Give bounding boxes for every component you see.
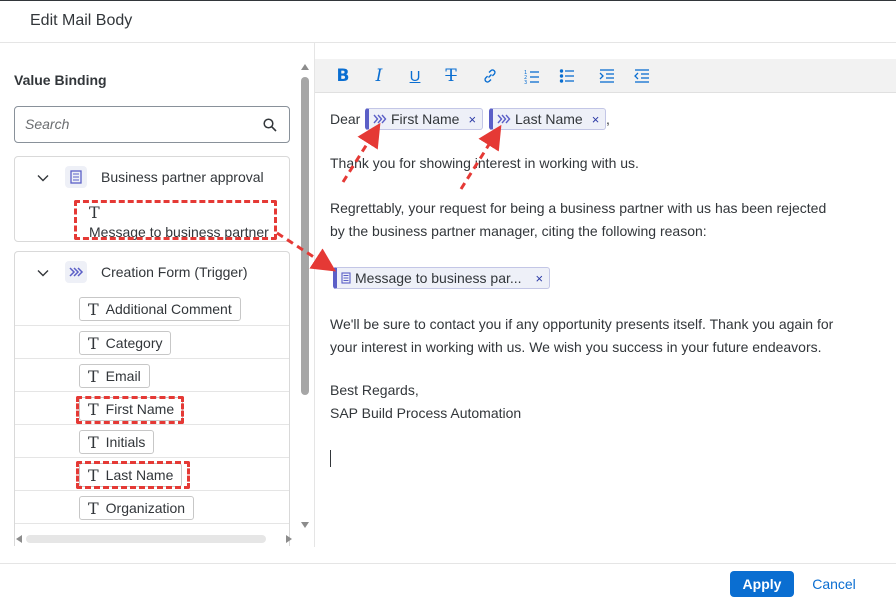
close-icon[interactable]: × (536, 267, 544, 290)
trigger-chevrons-icon (65, 261, 87, 283)
trigger-chevrons-icon (497, 114, 511, 124)
annotation-box-message (74, 200, 277, 240)
cancel-button[interactable]: Cancel (806, 571, 862, 597)
comma-text: , (606, 111, 610, 127)
group-label: Business partner approval (101, 169, 264, 185)
scroll-left-icon[interactable] (16, 535, 22, 543)
text-type-icon: T (88, 366, 99, 386)
field-organization[interactable]: T Organization (79, 496, 195, 520)
vertical-scrollbar[interactable] (299, 59, 310, 539)
signature-greeting: Best Regards, (330, 382, 419, 398)
token-label: Message to business par... (355, 269, 522, 286)
chevron-down-icon[interactable] (37, 172, 49, 184)
trigger-chevrons-icon (373, 114, 387, 124)
numbered-list-icon[interactable]: 1 2 3 (521, 66, 543, 86)
apply-button[interactable]: Apply (730, 571, 794, 597)
scroll-thumb[interactable] (301, 77, 309, 395)
field-additional-comment[interactable]: T Additional Comment (79, 297, 241, 321)
text-type-icon: T (88, 333, 99, 353)
dialog-footer: Apply Cancel (0, 563, 896, 600)
dialog-title: Edit Mail Body (30, 12, 133, 29)
strikethrough-icon[interactable]: T (440, 66, 462, 86)
group-header-creation-form[interactable]: Creation Form (Trigger) (15, 252, 289, 292)
form-document-icon (65, 166, 87, 188)
paragraph-regret: Regrettably, your request for being a bu… (330, 200, 827, 239)
form-document-icon (341, 272, 351, 284)
search-box[interactable] (14, 106, 290, 143)
text-type-icon: T (88, 432, 99, 452)
list-item: T Organization (15, 490, 289, 523)
search-input[interactable] (25, 116, 245, 132)
paragraph-contact: We'll be sure to contact you if any oppo… (330, 316, 834, 355)
field-category[interactable]: T Category (79, 331, 172, 355)
value-binding-heading: Value Binding (14, 72, 107, 88)
list-item: T Email (15, 358, 289, 391)
field-label: Initials (105, 434, 146, 450)
group-header-business-partner-approval[interactable]: Business partner approval (15, 157, 289, 197)
text-type-icon: T (88, 299, 99, 319)
token-last-name[interactable]: Last Name × (489, 108, 607, 131)
indent-icon[interactable] (596, 66, 618, 86)
link-icon[interactable] (479, 66, 501, 86)
underline-icon[interactable]: U (404, 66, 426, 86)
search-icon[interactable] (262, 117, 278, 133)
scroll-right-icon[interactable] (286, 535, 292, 543)
close-icon[interactable]: × (468, 108, 476, 131)
svg-text:3: 3 (524, 80, 527, 84)
chevron-down-icon[interactable] (37, 267, 49, 279)
token-label: First Name (391, 110, 460, 127)
italic-icon[interactable]: I (368, 66, 390, 86)
close-icon[interactable]: × (592, 108, 600, 131)
bold-icon[interactable]: B (332, 66, 354, 86)
token-message-to-business-partner[interactable]: Message to business par... × (333, 267, 551, 290)
bullet-list-icon[interactable] (556, 66, 578, 86)
scroll-down-icon[interactable] (301, 522, 309, 528)
annotation-box-first-name (76, 396, 184, 424)
text-cursor (330, 450, 331, 467)
field-label: Additional Comment (105, 301, 232, 317)
greeting-text: Dear (330, 111, 361, 127)
scroll-up-icon[interactable] (301, 64, 309, 70)
paragraph-thanks: Thank you for showing interest in workin… (330, 155, 639, 171)
signature-name: SAP Build Process Automation (330, 405, 522, 421)
list-item: T Additional Comment (15, 292, 289, 325)
edit-mail-body-dialog: Edit Mail Body Value Binding Search Busi… (0, 0, 896, 600)
field-label: Organization (105, 500, 186, 516)
dialog-header: Edit Mail Body (0, 1, 896, 43)
text-type-icon: T (88, 498, 99, 518)
field-email[interactable]: T Email (79, 364, 150, 388)
mail-body-editor: B I U T 1 2 3 Dear First Name × Last Nam… (314, 43, 896, 547)
outdent-icon[interactable] (631, 66, 653, 86)
formatting-toolbar: B I U T 1 2 3 (315, 59, 896, 93)
scroll-thumb[interactable] (26, 535, 266, 543)
field-label: Email (105, 368, 141, 384)
token-label: Last Name (515, 110, 583, 127)
list-item: T Initials (15, 424, 289, 457)
field-initials[interactable]: T Initials (79, 430, 155, 454)
annotation-box-last-name (76, 461, 190, 489)
token-first-name[interactable]: First Name × (365, 108, 484, 131)
horizontal-scrollbar[interactable] (14, 533, 298, 545)
group-label: Creation Form (Trigger) (101, 264, 248, 280)
field-label: Category (105, 335, 163, 351)
list-item: T Category (15, 325, 289, 358)
